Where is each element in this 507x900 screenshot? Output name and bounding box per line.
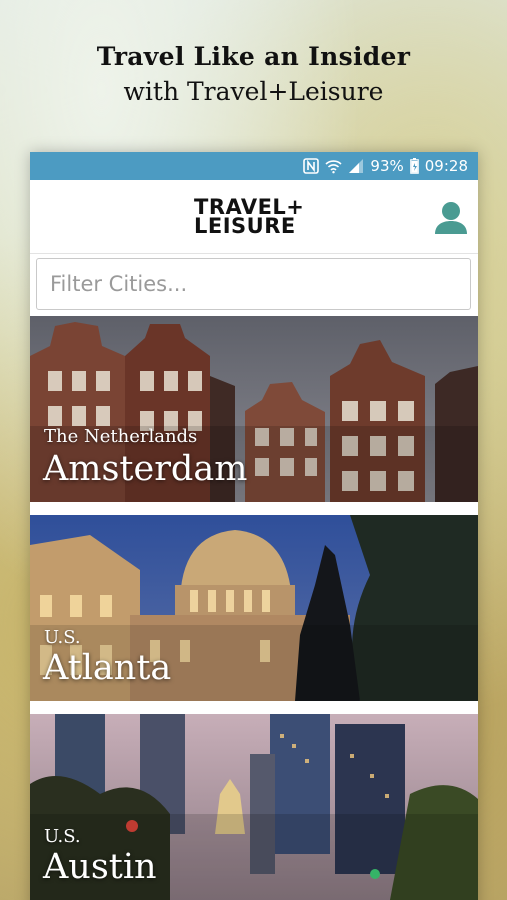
city-name: Atlanta bbox=[43, 648, 172, 688]
city-country: U.S. bbox=[44, 826, 81, 847]
status-bar: 93% 09:28 bbox=[30, 152, 478, 180]
filter-cities-input[interactable] bbox=[36, 258, 471, 310]
promo-title: Travel Like an Insider bbox=[96, 42, 411, 71]
app-bar: TRAVEL+ LEISURE bbox=[30, 180, 478, 254]
wifi-icon bbox=[325, 158, 342, 174]
clock: 09:28 bbox=[424, 157, 468, 175]
promo-header: Travel Like an Insider with Travel+Leisu… bbox=[0, 42, 507, 106]
person-icon[interactable] bbox=[434, 200, 468, 236]
battery-icon bbox=[409, 158, 419, 174]
city-name: Austin bbox=[43, 847, 157, 887]
travel-leisure-logo[interactable]: TRAVEL+ LEISURE bbox=[194, 197, 304, 238]
city-card-austin[interactable]: U.S. Austin bbox=[30, 714, 478, 900]
city-name: Amsterdam bbox=[43, 449, 248, 489]
phone-screen: 93% 09:28 TRAVEL+ LEISURE Filter Cities.… bbox=[30, 152, 478, 900]
logo-line-2: LEISURE bbox=[194, 214, 296, 238]
city-card-amsterdam[interactable]: The Netherlands Amsterdam bbox=[30, 316, 478, 502]
city-country: The Netherlands bbox=[44, 426, 198, 447]
promo-subtitle: with Travel+Leisure bbox=[123, 77, 384, 106]
battery-percent: 93% bbox=[370, 157, 404, 175]
nfc-icon bbox=[303, 158, 320, 174]
city-country: U.S. bbox=[44, 627, 81, 648]
signal-icon bbox=[348, 158, 364, 174]
city-card-atlanta[interactable]: U.S. Atlanta bbox=[30, 515, 478, 701]
